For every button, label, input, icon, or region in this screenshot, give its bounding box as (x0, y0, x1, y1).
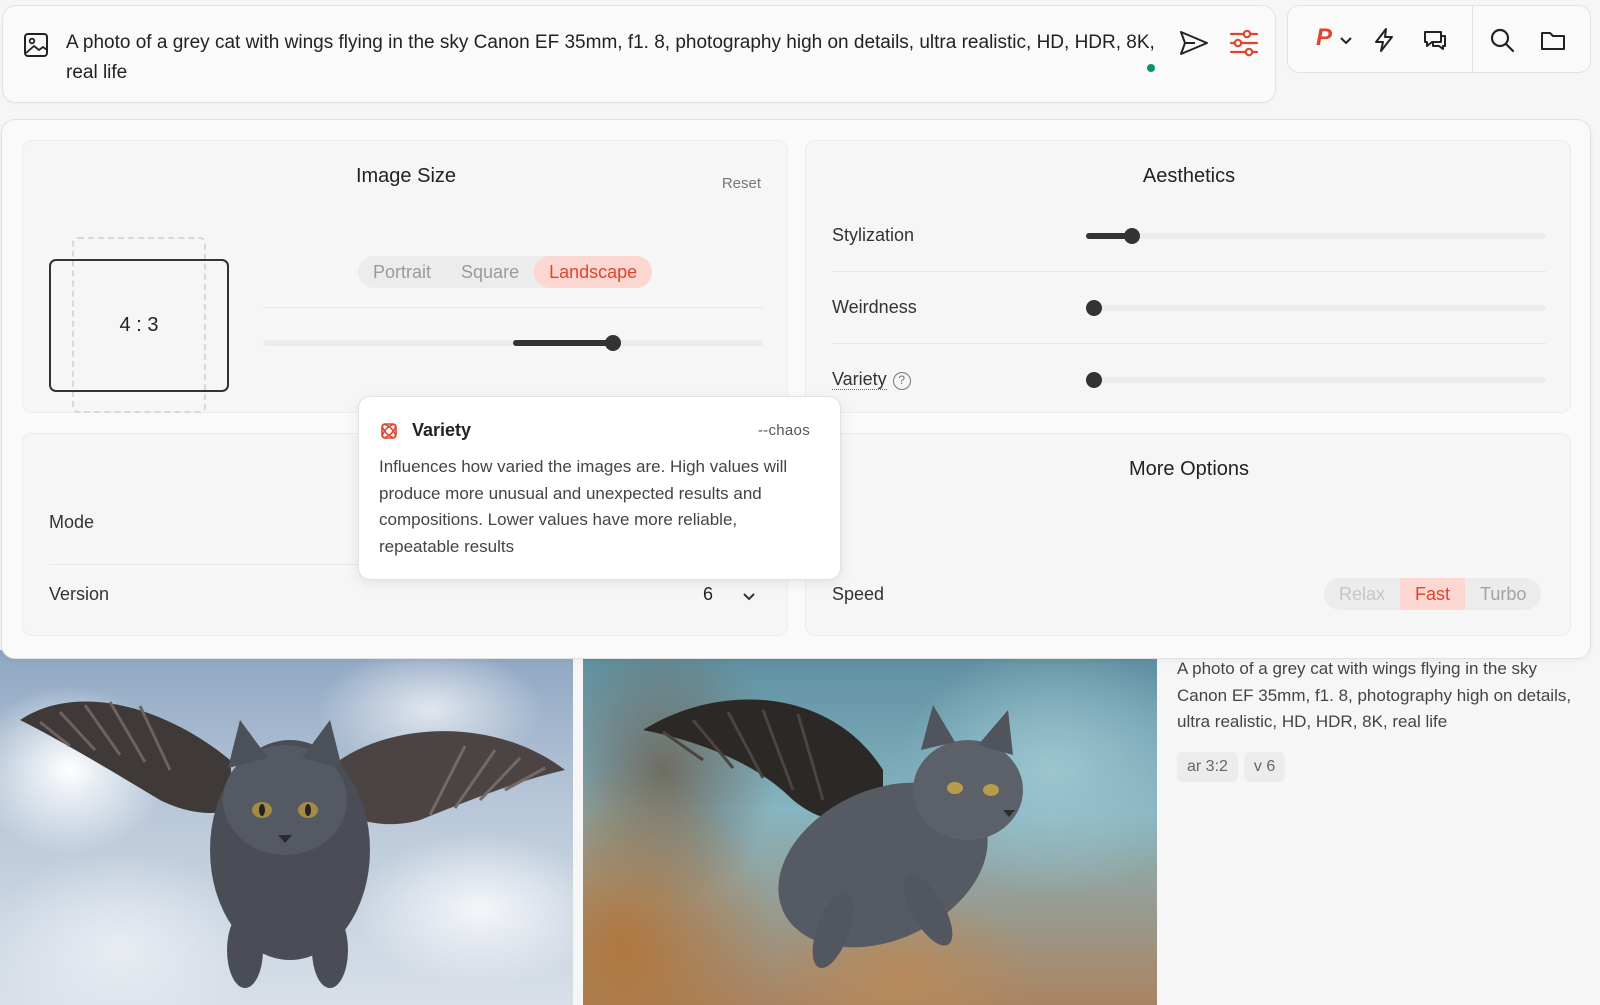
tooltip-parameter: --chaos (757, 422, 810, 439)
settings-sliders-icon[interactable] (1227, 26, 1261, 60)
reset-button[interactable]: Reset (722, 175, 761, 192)
weirdness-slider[interactable] (1086, 305, 1546, 311)
aesthetics-card: Aesthetics Stylization Weirdness Variety… (805, 140, 1571, 413)
speed-relax[interactable]: Relax (1324, 578, 1400, 610)
lightning-icon[interactable] (1370, 26, 1398, 54)
tag-aspect-ratio[interactable]: ar 3:2 (1177, 752, 1238, 782)
folder-icon[interactable] (1539, 26, 1567, 54)
chevron-down-icon[interactable] (1338, 32, 1354, 48)
image-prompt-icon[interactable] (23, 32, 49, 58)
top-toolbar: P (1287, 5, 1591, 74)
speed-turbo[interactable]: Turbo (1465, 578, 1541, 610)
tooltip-body: Influences how varied the images are. Hi… (379, 457, 788, 556)
variety-label-row: Variety? (832, 369, 911, 390)
version-select-value[interactable]: 6 (703, 584, 713, 605)
variety-label[interactable]: Variety (832, 369, 887, 390)
prompt-bar: A photo of a grey cat with wings flying … (2, 5, 1276, 103)
variety-tooltip: Variety --chaos Influences how varied th… (358, 396, 841, 580)
divider (263, 307, 763, 308)
aspect-ratio-slider-fill (513, 340, 613, 346)
version-label: Version (49, 584, 110, 604)
stylization-slider-thumb[interactable] (1124, 228, 1140, 244)
divider (832, 343, 1546, 344)
weirdness-label: Weirdness (832, 297, 917, 317)
stylization-slider[interactable] (1086, 233, 1546, 239)
chat-icon[interactable] (1421, 26, 1449, 54)
atom-icon (381, 423, 397, 439)
result-image-2[interactable] (583, 650, 1157, 1005)
tag-version[interactable]: v 6 (1243, 752, 1286, 782)
speed-label: Speed (832, 584, 885, 604)
send-icon[interactable] (1177, 26, 1211, 60)
help-icon[interactable]: ? (892, 372, 911, 390)
orientation-square[interactable]: Square (446, 256, 534, 288)
speed-fast[interactable]: Fast (1400, 578, 1466, 610)
mode-label: Mode (49, 512, 95, 532)
variety-slider[interactable] (1086, 377, 1546, 383)
search-icon[interactable] (1488, 26, 1516, 54)
aesthetics-title: Aesthetics (1142, 165, 1236, 187)
divider (832, 271, 1546, 272)
stylization-label: Stylization (832, 225, 915, 245)
orientation-portrait[interactable]: Portrait (358, 256, 446, 288)
image-size-title: Image Size (355, 165, 457, 187)
aspect-ratio-preview: 4 : 3 (49, 259, 229, 392)
speed-toggle: Relax Fast Turbo (1324, 578, 1542, 610)
chevron-down-icon[interactable] (741, 588, 757, 604)
aspect-ratio-slider-thumb[interactable] (605, 335, 621, 351)
more-options-title: More Options (1128, 458, 1250, 480)
profile-letter[interactable]: P (1316, 24, 1332, 52)
result-caption: A photo of a grey cat with wings flying … (1177, 659, 1572, 731)
result-image-1[interactable] (0, 650, 573, 1005)
weirdness-slider-thumb[interactable] (1086, 300, 1102, 316)
tooltip-title: Variety (412, 420, 472, 440)
result-tags: ar 3:2 v 6 (1177, 752, 1286, 782)
aspect-ratio-value: 4 : 3 (119, 314, 159, 336)
status-dot (1147, 64, 1155, 72)
image-size-card: Image Size Reset 4 : 3 Portrait Square L… (22, 140, 788, 413)
prompt-input[interactable]: A photo of a grey cat with wings flying … (66, 28, 1166, 88)
orientation-toggle: Portrait Square Landscape (358, 256, 653, 288)
orientation-landscape[interactable]: Landscape (534, 256, 653, 288)
variety-slider-thumb[interactable] (1086, 372, 1102, 388)
more-options-card: More Options Speed Relax Fast Turbo (805, 433, 1571, 636)
toolbar-divider (1472, 6, 1473, 74)
